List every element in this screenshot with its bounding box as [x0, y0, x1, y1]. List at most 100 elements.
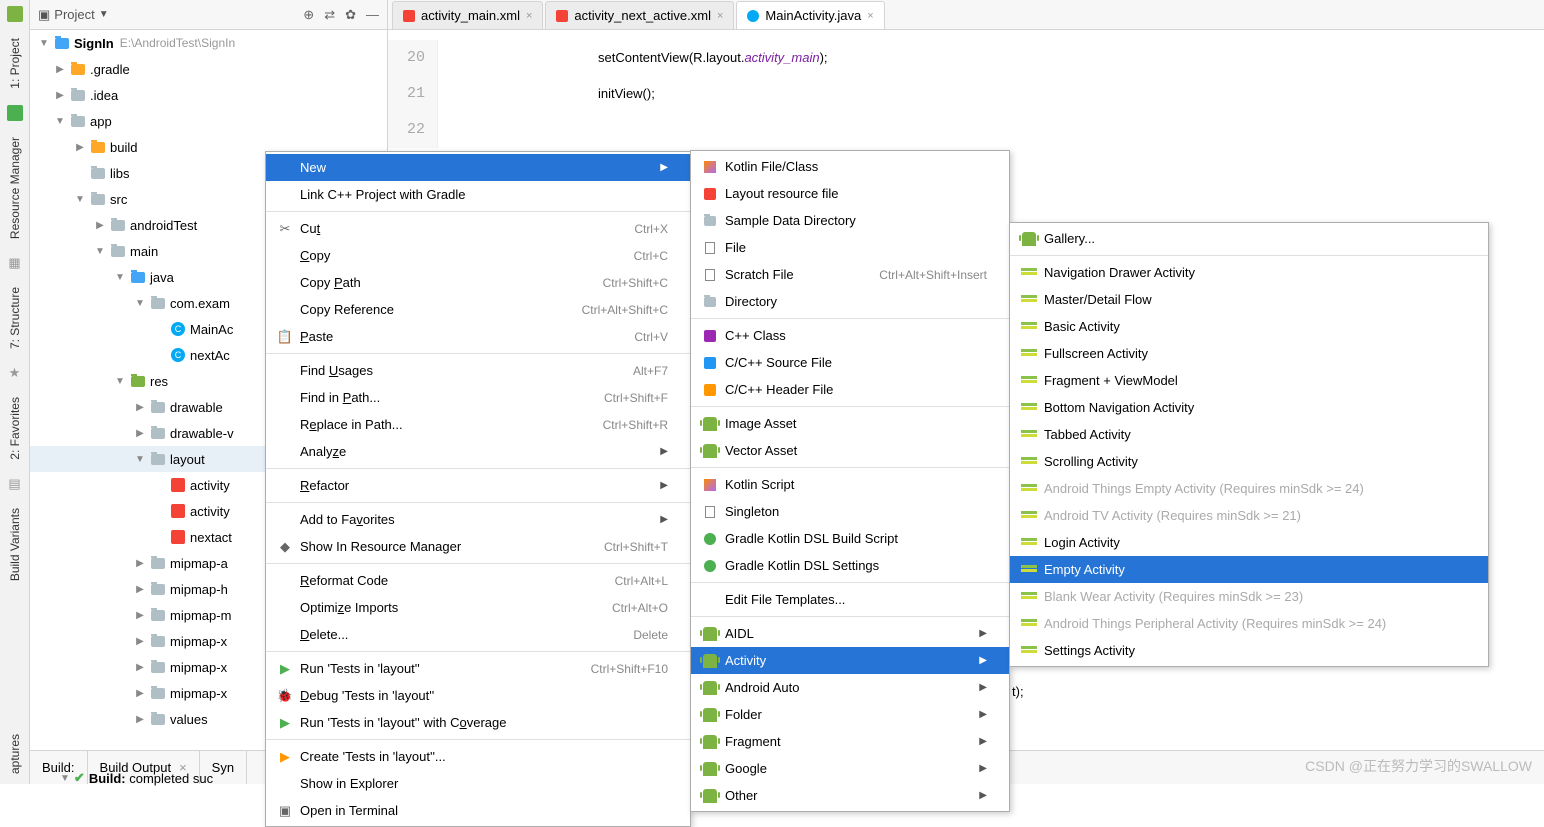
expand-arrow-icon[interactable]: ▼: [74, 194, 86, 205]
rail-project[interactable]: 1: Project: [4, 28, 26, 99]
menu-item[interactable]: Fragment▶: [691, 728, 1009, 755]
menu-item[interactable]: Directory: [691, 288, 1009, 315]
menu-item[interactable]: Kotlin Script: [691, 471, 1009, 498]
menu-item[interactable]: Optimize ImportsCtrl+Alt+O: [266, 594, 690, 621]
menu-item[interactable]: Find UsagesAlt+F7: [266, 357, 690, 384]
expand-arrow-icon[interactable]: ▶: [134, 558, 146, 569]
expand-arrow-icon[interactable]: ▶: [134, 584, 146, 595]
collapse-icon[interactable]: —: [366, 7, 379, 23]
expand-arrow-icon[interactable]: ▶: [74, 142, 86, 153]
expand-arrow-icon[interactable]: ▶: [134, 636, 146, 647]
resource-manager-icon[interactable]: [7, 105, 23, 121]
menu-item[interactable]: Singleton: [691, 498, 1009, 525]
menu-item[interactable]: Master/Detail Flow: [1010, 286, 1488, 313]
menu-item[interactable]: Refactor▶: [266, 472, 690, 499]
menu-item[interactable]: Fullscreen Activity: [1010, 340, 1488, 367]
menu-item[interactable]: Image Asset: [691, 410, 1009, 437]
tree-item[interactable]: ▶.gradle: [30, 56, 387, 82]
menu-item[interactable]: ◆Show In Resource ManagerCtrl+Shift+T: [266, 533, 690, 560]
menu-item[interactable]: Scrolling Activity: [1010, 448, 1488, 475]
menu-item[interactable]: Gallery...: [1010, 225, 1488, 252]
code-editor[interactable]: 20 21 22 setContentView(R.layout.activit…: [388, 30, 1544, 148]
sidebar-view-selector[interactable]: ▣ Project ▼: [38, 7, 109, 23]
editor-tab[interactable]: activity_main.xml×: [392, 1, 543, 29]
rail-captures[interactable]: aptures: [4, 724, 26, 784]
editor-tab[interactable]: MainActivity.java×: [736, 1, 884, 29]
editor-tab[interactable]: activity_next_active.xml×: [545, 1, 734, 29]
menu-item[interactable]: 📋PasteCtrl+V: [266, 323, 690, 350]
menu-item[interactable]: Empty Activity: [1010, 556, 1488, 583]
menu-item[interactable]: ▶Run 'Tests in 'layout''Ctrl+Shift+F10: [266, 655, 690, 682]
menu-item[interactable]: Google▶: [691, 755, 1009, 782]
menu-item[interactable]: CopyCtrl+C: [266, 242, 690, 269]
target-icon[interactable]: ⊕: [303, 7, 314, 23]
menu-item[interactable]: AIDL▶: [691, 620, 1009, 647]
expand-arrow-icon[interactable]: ▶: [134, 688, 146, 699]
menu-item[interactable]: Add to Favorites▶: [266, 506, 690, 533]
menu-item[interactable]: 🐞Debug 'Tests in 'layout'': [266, 682, 690, 709]
expand-arrow-icon[interactable]: ▶: [94, 220, 106, 231]
expand-arrow-icon[interactable]: ▼: [114, 272, 126, 283]
menu-item[interactable]: Settings Activity: [1010, 637, 1488, 664]
expand-arrow-icon[interactable]: ▶: [134, 714, 146, 725]
menu-item[interactable]: Analyze▶: [266, 438, 690, 465]
menu-item[interactable]: Kotlin File/Class: [691, 153, 1009, 180]
menu-item[interactable]: Reformat CodeCtrl+Alt+L: [266, 567, 690, 594]
menu-item[interactable]: Vector Asset: [691, 437, 1009, 464]
menu-item[interactable]: Gradle Kotlin DSL Settings: [691, 552, 1009, 579]
menu-item[interactable]: Replace in Path...Ctrl+Shift+R: [266, 411, 690, 438]
expand-arrow-icon[interactable]: ▼: [134, 298, 146, 309]
menu-item[interactable]: C/C++ Source File: [691, 349, 1009, 376]
menu-item[interactable]: Tabbed Activity: [1010, 421, 1488, 448]
menu-item[interactable]: Copy PathCtrl+Shift+C: [266, 269, 690, 296]
menu-item[interactable]: C/C++ Header File: [691, 376, 1009, 403]
expand-arrow-icon[interactable]: ▼: [114, 376, 126, 387]
menu-item[interactable]: C++ Class: [691, 322, 1009, 349]
menu-item[interactable]: Navigation Drawer Activity: [1010, 259, 1488, 286]
menu-item[interactable]: Android Auto▶: [691, 674, 1009, 701]
expand-arrow-icon[interactable]: ▼: [94, 246, 106, 257]
menu-item[interactable]: Find in Path...Ctrl+Shift+F: [266, 384, 690, 411]
rail-build-variants[interactable]: Build Variants: [4, 498, 26, 591]
close-icon[interactable]: ×: [717, 10, 723, 22]
menu-item[interactable]: Sample Data Directory: [691, 207, 1009, 234]
menu-item[interactable]: ▶Create 'Tests in 'layout''...: [266, 743, 690, 770]
rail-favorites[interactable]: 2: Favorites: [4, 387, 26, 470]
menu-item[interactable]: Delete...Delete: [266, 621, 690, 648]
menu-item[interactable]: Activity▶: [691, 647, 1009, 674]
expand-arrow-icon[interactable]: ▶: [134, 428, 146, 439]
expand-arrow-icon[interactable]: ▶: [54, 64, 66, 75]
expand-arrow-icon[interactable]: ▶: [134, 402, 146, 413]
menu-item[interactable]: Layout resource file: [691, 180, 1009, 207]
menu-item[interactable]: Copy ReferenceCtrl+Alt+Shift+C: [266, 296, 690, 323]
menu-item[interactable]: ▣Open in Terminal: [266, 797, 690, 824]
menu-item[interactable]: ▶Run 'Tests in 'layout'' with Coverage: [266, 709, 690, 736]
menu-item[interactable]: ✂CutCtrl+X: [266, 215, 690, 242]
menu-item[interactable]: Link C++ Project with Gradle: [266, 181, 690, 208]
menu-item[interactable]: Login Activity: [1010, 529, 1488, 556]
menu-item[interactable]: Other▶: [691, 782, 1009, 809]
split-icon[interactable]: ⇄: [324, 7, 335, 23]
close-icon[interactable]: ×: [867, 10, 873, 22]
expand-arrow-icon[interactable]: ▼: [54, 116, 66, 127]
menu-item[interactable]: Fragment + ViewModel: [1010, 367, 1488, 394]
rail-structure[interactable]: 7: Structure: [4, 277, 26, 359]
menu-item[interactable]: File: [691, 234, 1009, 261]
expand-arrow-icon[interactable]: ▼: [60, 773, 70, 784]
menu-item[interactable]: Edit File Templates...: [691, 586, 1009, 613]
code-line[interactable]: setContentView(R.layout.activity_main);: [438, 40, 828, 76]
tree-root[interactable]: ▼ SignIn E:\AndroidTest\SignIn: [30, 30, 387, 56]
menu-item[interactable]: Folder▶: [691, 701, 1009, 728]
rail-resource-manager[interactable]: Resource Manager: [4, 127, 26, 249]
expand-arrow-icon[interactable]: ▼: [134, 454, 146, 465]
menu-item[interactable]: Scratch FileCtrl+Alt+Shift+Insert: [691, 261, 1009, 288]
close-icon[interactable]: ×: [526, 10, 532, 22]
expand-arrow-icon[interactable]: ▶: [134, 610, 146, 621]
expand-arrow-icon[interactable]: ▶: [134, 662, 146, 673]
expand-arrow-icon[interactable]: ▶: [54, 90, 66, 101]
menu-item[interactable]: Bottom Navigation Activity: [1010, 394, 1488, 421]
code-line[interactable]: initView();: [438, 76, 828, 112]
expand-arrow-icon[interactable]: ▼: [38, 38, 50, 49]
tree-item[interactable]: ▶.idea: [30, 82, 387, 108]
menu-item[interactable]: New▶: [266, 154, 690, 181]
